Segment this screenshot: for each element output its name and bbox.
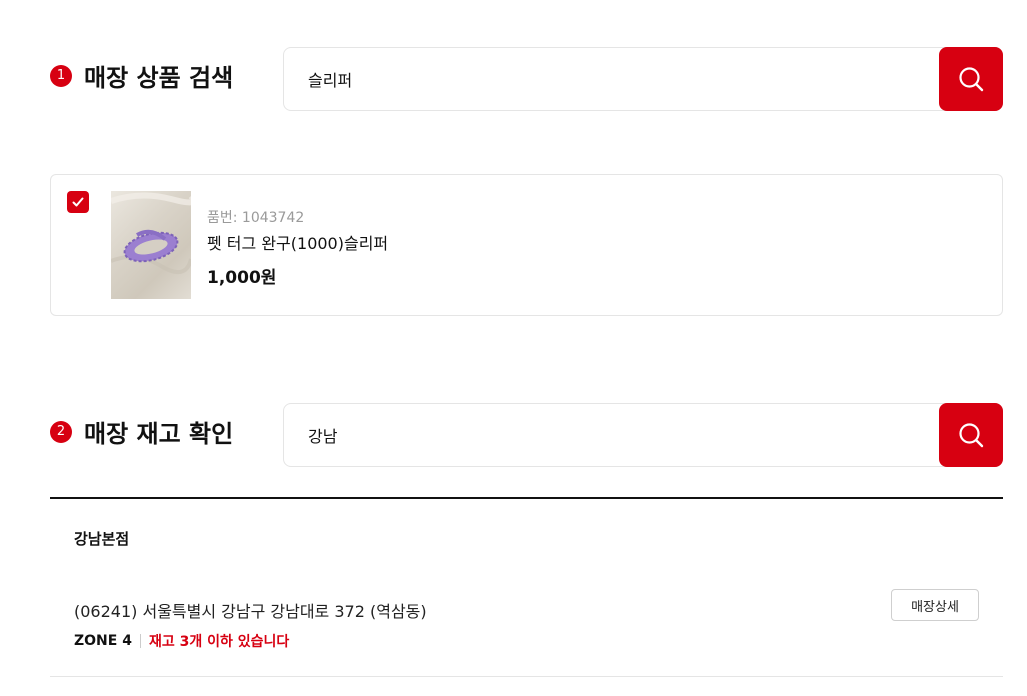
store-meta: ZONE 4 재고 3개 이하 있습니다	[74, 631, 289, 651]
store-search-input[interactable]	[308, 404, 908, 466]
store-search-box	[283, 403, 1003, 467]
product-search-title-text: 매장 상품 검색	[84, 64, 234, 92]
store-address: (06241) 서울특별시 강남구 강남대로 372 (역삼동)	[74, 602, 427, 621]
search-icon	[959, 423, 984, 448]
store-row-divider	[50, 676, 1003, 677]
stock-check-title-text: 매장 재고 확인	[84, 420, 234, 448]
slipper-toy-image	[111, 192, 191, 275]
search-icon	[959, 67, 984, 92]
product-checkbox[interactable]	[67, 191, 89, 213]
product-card[interactable]: 품번: 1043742 펫 터그 완구(1000)슬리퍼 1,000원	[50, 174, 1003, 316]
product-thumbnail	[111, 191, 191, 299]
store-search-button[interactable]	[939, 403, 1003, 467]
product-search-button[interactable]	[939, 47, 1003, 111]
stock-check-title: 2 매장 재고 확인	[50, 414, 233, 449]
product-search-input[interactable]	[308, 48, 908, 110]
step-badge-2: 2	[50, 420, 72, 443]
meta-separator	[139, 634, 141, 648]
store-zone: ZONE 4	[74, 633, 132, 649]
check-icon	[72, 197, 84, 207]
store-detail-button[interactable]: 매장상세	[891, 589, 979, 621]
product-search-box	[283, 47, 1003, 111]
product-search-title: 1 매장 상품 검색	[50, 58, 233, 93]
results-divider	[50, 497, 1003, 499]
store-name: 강남본점	[74, 530, 130, 548]
product-price: 1,000원	[207, 268, 277, 288]
step-badge-1: 1	[50, 64, 72, 87]
product-sku: 품번: 1043742	[207, 210, 305, 226]
stock-status: 재고 3개 이하 있습니다	[148, 634, 290, 650]
product-name: 펫 터그 완구(1000)슬리퍼	[207, 234, 389, 253]
